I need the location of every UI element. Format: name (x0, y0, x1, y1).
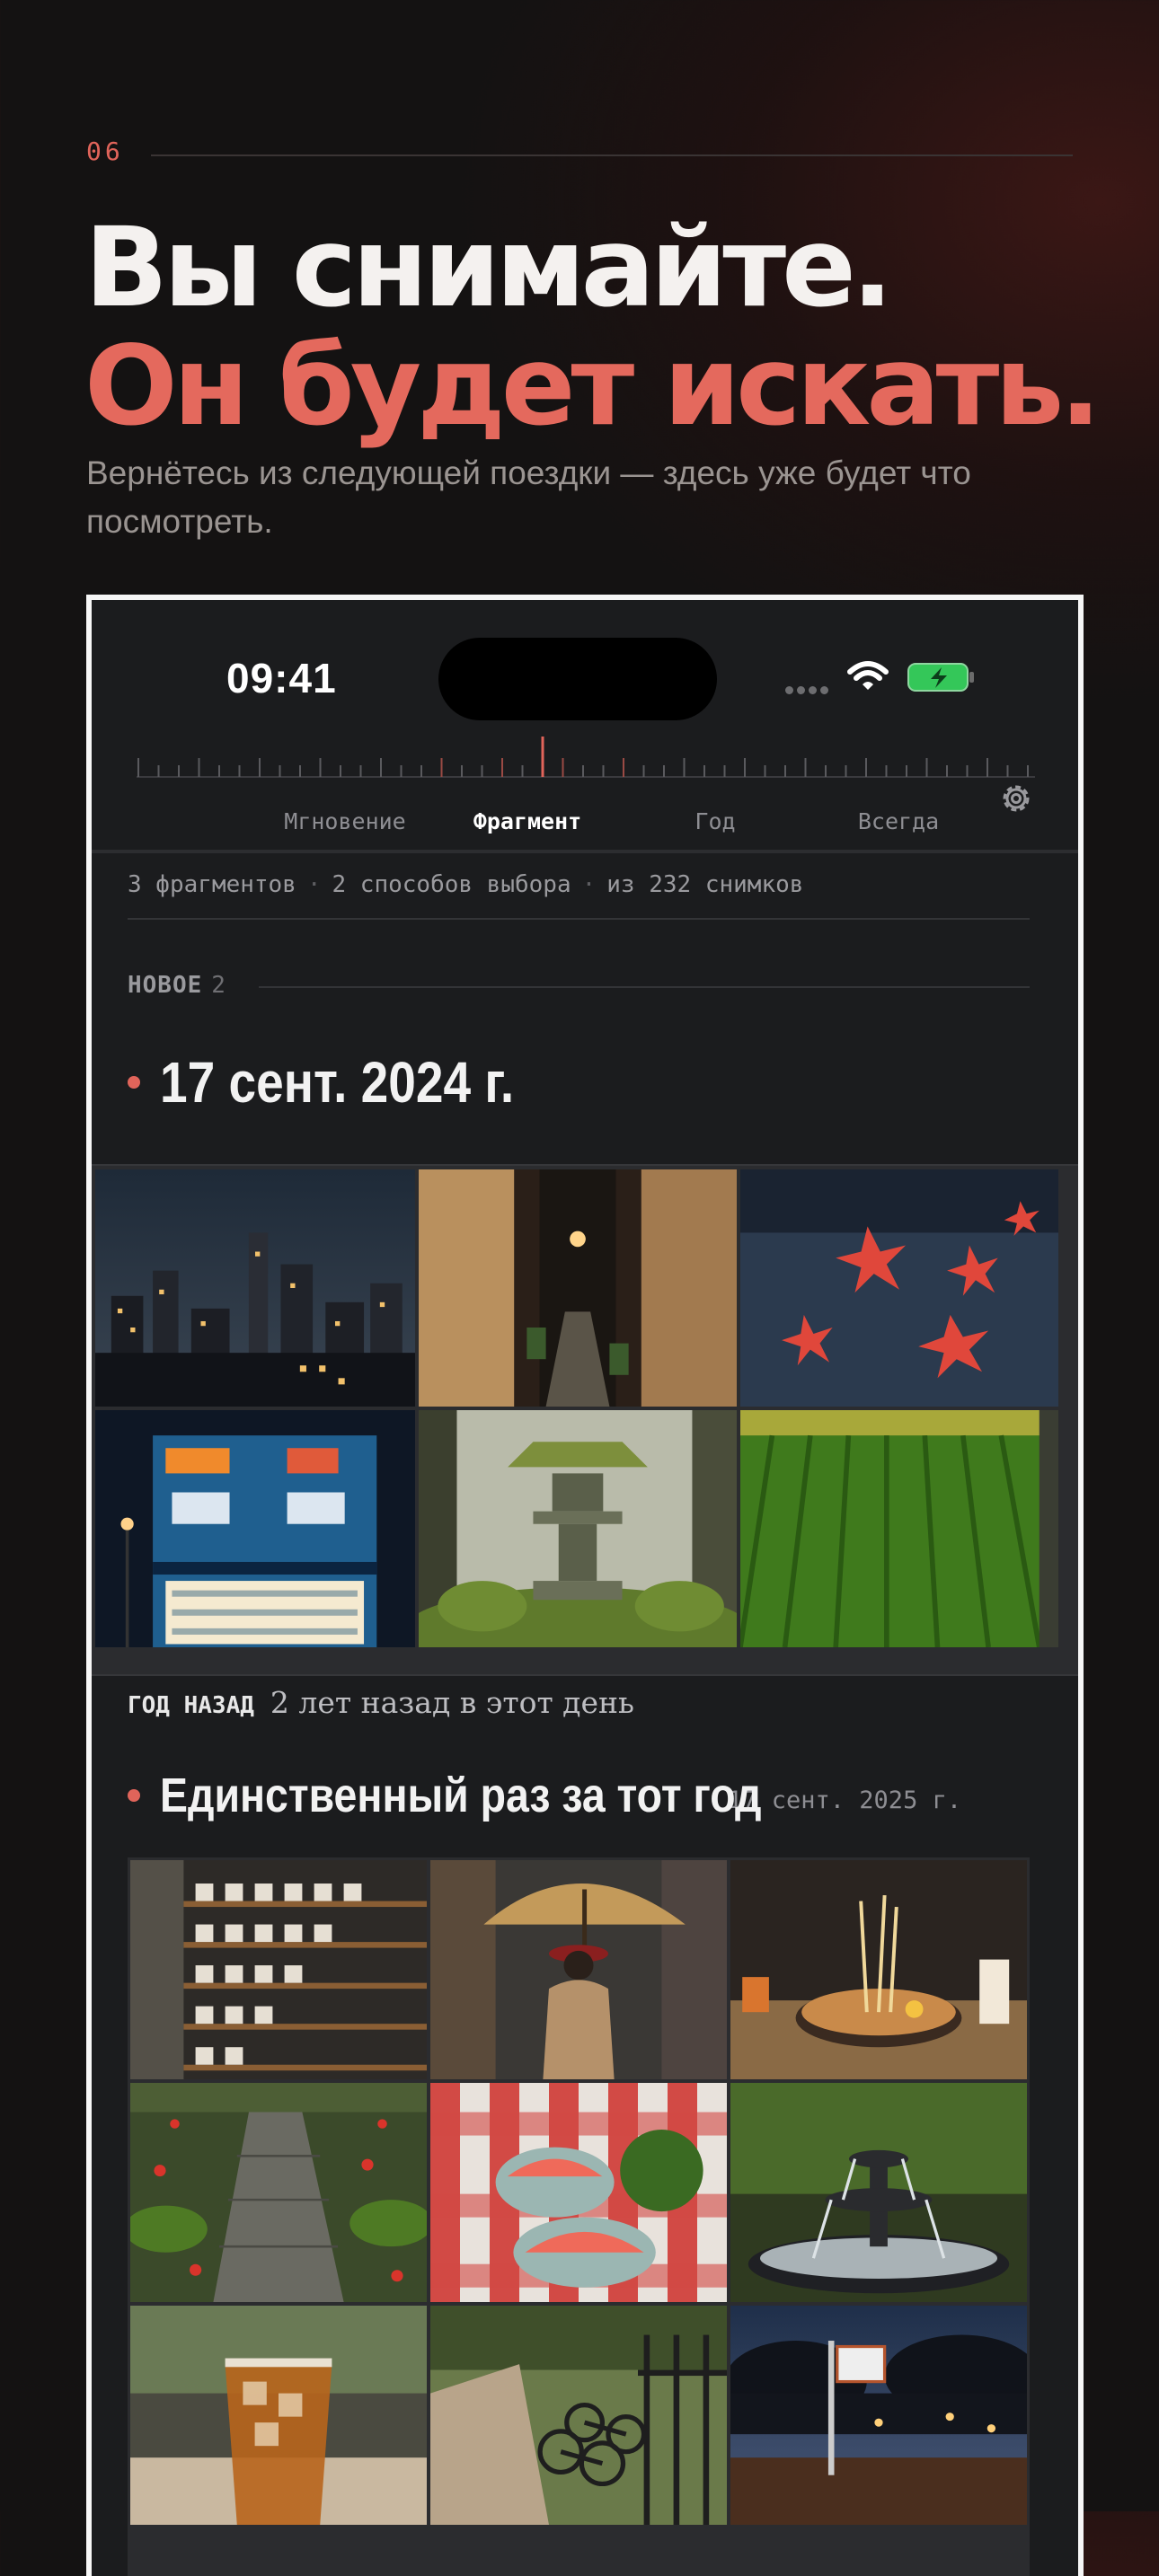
headline: Вы снимайте. Он будет искать. (84, 204, 1101, 450)
photo-corner-convenience-store[interactable] (95, 1410, 415, 1647)
photo-basketball-court-dusk[interactable] (730, 2306, 1027, 2525)
photo-green-rice-field[interactable] (740, 1410, 1058, 1647)
fragment2-date: 17 сент. 2025 г. (728, 1786, 962, 1814)
photo-bicycles-path[interactable] (430, 2306, 727, 2525)
headline-line2: Он будет искать. (84, 322, 1101, 450)
section-number: 06 (86, 137, 124, 166)
photo-ceramic-cups-shelf[interactable] (130, 1860, 427, 2079)
photo-ramen-bowl[interactable] (730, 1860, 1027, 2079)
summary-divider (128, 918, 1030, 920)
dynamic-island (438, 638, 717, 720)
fragment2-title: Единственный раз за тот год (160, 1769, 762, 1822)
scale-moment[interactable]: Мгновение (284, 808, 405, 834)
scale-fragment[interactable]: Фрагмент (473, 808, 581, 834)
time-scale-ruler[interactable] (137, 735, 1035, 780)
photo-red-maple-leaves-on-water[interactable] (740, 1169, 1058, 1407)
battery-charging-icon (907, 663, 974, 692)
header-divider (92, 850, 1078, 853)
fragment1-header: 17 сент. 2024 г. (128, 1049, 571, 1116)
scale-labels: Мгновение Фрагмент Год Всегда (92, 808, 1078, 844)
year-ago-tag: ГОД НАЗАД (128, 1692, 254, 1719)
wifi-icon (847, 661, 889, 690)
photo-watermelon-picnic[interactable] (430, 2083, 727, 2302)
summary-fragments: 3 фрагментов (128, 871, 296, 898)
year-ago-text: 2 лет назад в этот день (270, 1685, 634, 1720)
photo-moss-stone-path[interactable] (130, 2083, 427, 2302)
scale-always[interactable]: Всегда (858, 808, 939, 834)
new-section-divider (259, 986, 1030, 988)
summary-separator: · (581, 871, 597, 898)
photo-lantern-alley[interactable] (419, 1169, 737, 1407)
new-count: 2 (211, 972, 226, 999)
ruler-ticks (137, 737, 1035, 778)
scale-year[interactable]: Год (695, 808, 735, 834)
signal-dots-icon (785, 683, 832, 699)
photo-iced-tea-cafe[interactable] (130, 2306, 427, 2525)
phone-mockup: 09:41 Мгновение Фрагмент Год Всегда 3 фр… (86, 595, 1084, 2576)
accent-bullet (128, 1076, 140, 1089)
new-label: НОВОЕ (128, 972, 203, 999)
headline-line1: Вы снимайте. (84, 204, 893, 331)
photo-park-fountain[interactable] (730, 2083, 1027, 2302)
summary-separator: · (306, 871, 322, 898)
photo-umbrella-street[interactable] (430, 1860, 727, 2079)
photo-night-city-skyline[interactable] (95, 1169, 415, 1407)
fragment2-photo-grid (128, 1857, 1030, 2576)
summary-photos: из 232 снимков (606, 871, 804, 898)
fragment1-date: 17 сент. 2024 г. (160, 1050, 515, 1115)
headline-subtitle: Вернётесь из следующей поездки — здесь у… (86, 454, 971, 540)
photo-moss-stone-lantern[interactable] (419, 1410, 737, 1647)
status-time: 09:41 (226, 655, 337, 701)
new-section-label: НОВОЕ 2 (128, 972, 226, 999)
section-divider (151, 154, 1073, 156)
summary-line: 3 фрагментов · 2 способов выбора · из 232 сн… (128, 871, 803, 898)
summary-methods: 2 способов выбора (332, 871, 571, 898)
fragment2-header: Единственный раз за тот год 17 сент. 202… (128, 1768, 961, 1823)
fragment1-photo-grid (92, 1164, 1078, 1676)
accent-bullet (128, 1789, 140, 1802)
year-ago-row: ГОД НАЗАД 2 лет назад в этот день (128, 1685, 634, 1720)
